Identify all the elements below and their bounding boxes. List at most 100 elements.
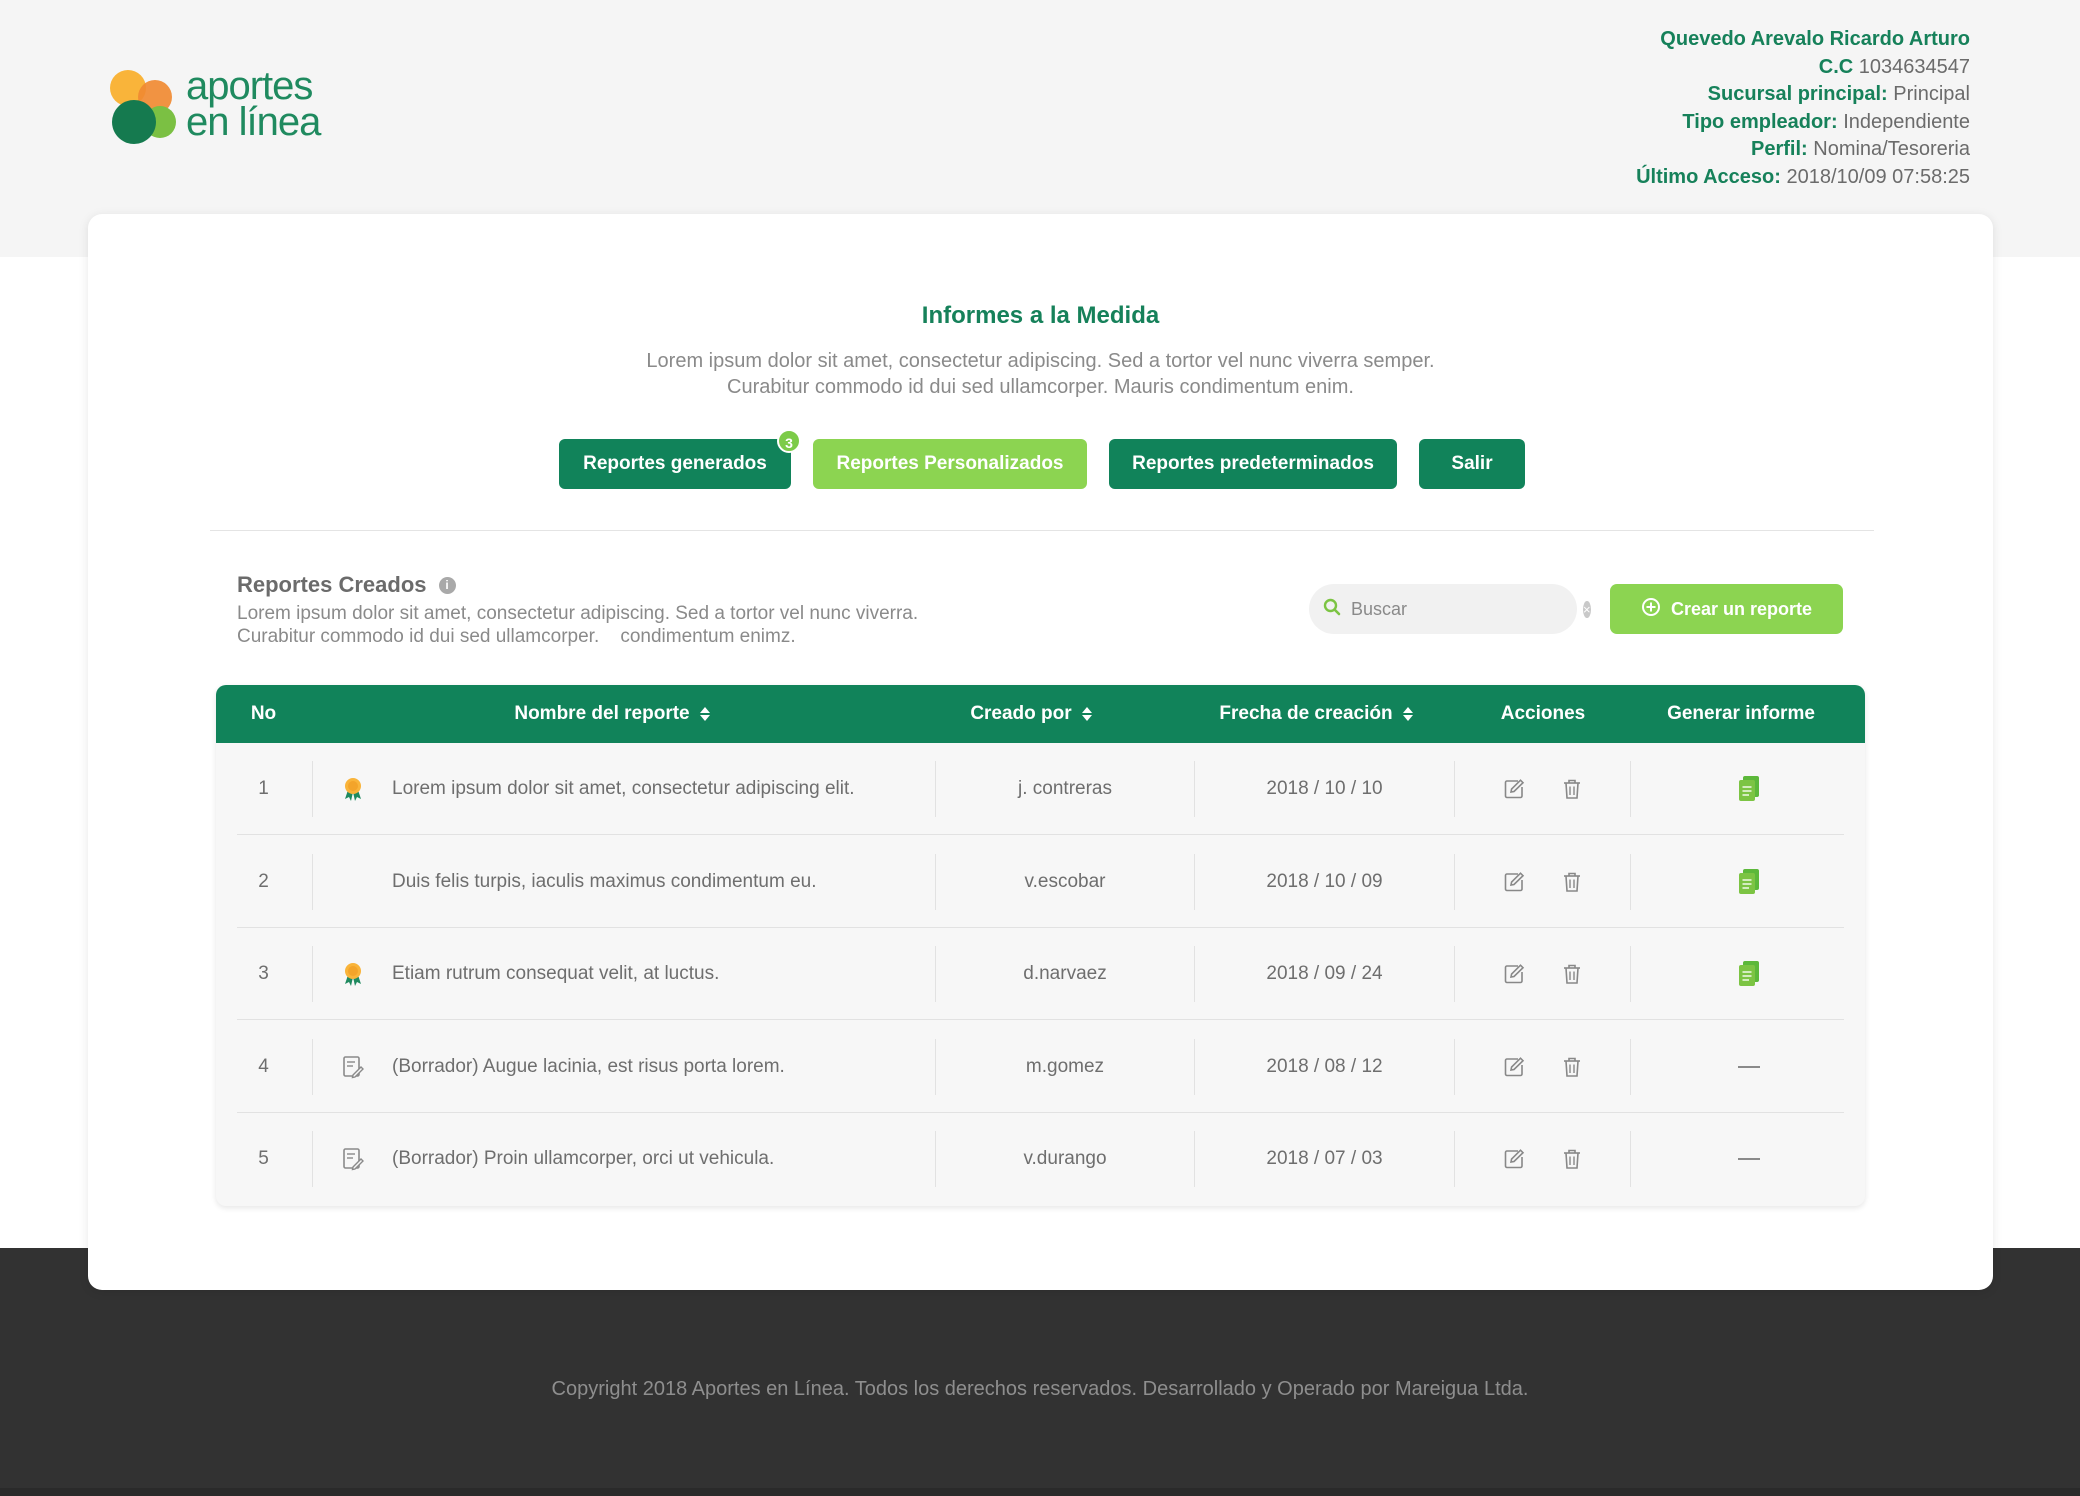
plus-circle-icon — [1641, 597, 1661, 622]
row-status-icon — [338, 1113, 368, 1205]
clear-search-icon[interactable]: × — [1583, 600, 1591, 618]
user-name: Quevedo Arevalo Ricardo Arturo — [1660, 28, 1970, 50]
row-created-by: d.narvaez — [1023, 963, 1107, 985]
row-created-by: v.escobar — [1024, 870, 1106, 892]
section-description: Lorem ipsum dolor sit amet, consectetur … — [237, 603, 919, 647]
row-report-name[interactable]: Duis felis turpis, iaculis maximus condi… — [392, 836, 912, 928]
draft-icon — [342, 1147, 364, 1171]
search-input[interactable] — [1351, 598, 1583, 620]
main-card: Informes a la Medida Lorem ipsum dolor s… — [88, 214, 1993, 1290]
row-report-name[interactable]: (Borrador) Augue lacinia, est risus port… — [392, 1021, 912, 1113]
page-description: Lorem ipsum dolor sit amet, consectetur … — [646, 350, 1435, 398]
header-date[interactable]: Frecha de creación — [1166, 685, 1466, 743]
row-date: 2018 / 08 / 12 — [1266, 1055, 1383, 1077]
row-created-by: j. contreras — [1018, 778, 1112, 799]
header-actions: Acciones — [1500, 703, 1586, 724]
award-icon — [341, 776, 365, 802]
default-reports-button[interactable]: Reportes predeterminados — [1109, 439, 1397, 489]
footer-bottom-bar — [0, 1488, 2080, 1496]
user-cc: 1034634547 — [1858, 55, 1970, 78]
row-date: 2018 / 07 / 03 — [1266, 1148, 1383, 1170]
edit-icon[interactable] — [1501, 961, 1527, 987]
sort-icon[interactable] — [699, 707, 710, 721]
page-title: Informes a la Medida — [921, 302, 1160, 329]
row-date: 2018 / 10 / 10 — [1266, 778, 1383, 799]
row-generate — [1631, 743, 1865, 835]
info-icon[interactable]: i — [438, 576, 456, 594]
row-status-icon — [338, 928, 368, 1020]
sort-icon[interactable] — [1402, 707, 1413, 721]
row-report-name[interactable]: Etiam rutrum consequat velit, at luctus. — [392, 928, 912, 1020]
generate-report-icon[interactable] — [1736, 776, 1762, 802]
trash-icon[interactable] — [1559, 961, 1585, 987]
trash-icon[interactable] — [1559, 776, 1585, 802]
aportes-logo[interactable]: aportes en línea — [108, 66, 338, 156]
row-number: 3 — [258, 963, 269, 985]
user-info: Quevedo Arevalo Ricardo Arturo C.C 10346… — [1636, 28, 1970, 188]
row-actions — [1455, 836, 1630, 928]
report-nav: Reportes generados 3 Reportes Personaliz… — [88, 429, 1993, 489]
reports-table: No Nombre del reporte Creado por Frecha … — [216, 685, 1865, 1206]
row-created-by: v.durango — [1023, 1148, 1107, 1170]
row-report-name[interactable]: (Borrador) Proin ullamcorper, orci ut ve… — [392, 1113, 912, 1205]
row-generate — [1631, 836, 1865, 928]
user-employer-type: Independiente — [1843, 110, 1970, 133]
section-title: Reportes Creados — [237, 572, 427, 597]
row-number: 2 — [258, 870, 269, 892]
logo-circle-darkgreen — [112, 100, 156, 144]
row-actions — [1455, 928, 1630, 1020]
row-number: 5 — [258, 1148, 269, 1170]
header-generate: Generar informe — [1667, 703, 1815, 724]
row-status-icon — [338, 836, 368, 928]
row-generate — [1631, 928, 1865, 1020]
row-number: 4 — [258, 1055, 269, 1077]
row-number: 1 — [258, 778, 269, 799]
table-row: 1 Lorem ipsum dolor sit amet, consectetur… — [216, 743, 1865, 835]
sort-icon[interactable] — [1081, 707, 1092, 721]
edit-icon[interactable] — [1501, 776, 1527, 802]
edit-icon[interactable] — [1501, 869, 1527, 895]
row-actions — [1455, 1113, 1630, 1205]
footer-copyright: Copyright 2018 Aportes en Línea. Todos l… — [551, 1378, 1529, 1400]
dash-icon — [1737, 1158, 1760, 1161]
table-row: 2 Duis felis turpis, iaculis maximus cond… — [216, 836, 1865, 928]
table-row: 4 (Borrador) Augue lacinia, est risus por… — [216, 1021, 1865, 1113]
table-header: No Nombre del reporte Creado por Frecha … — [216, 685, 1865, 743]
user-last-access: 2018/10/09 07:58:25 — [1786, 165, 1970, 188]
user-branch: Principal — [1893, 83, 1970, 105]
row-report-name[interactable]: Lorem ipsum dolor sit amet, consectetur … — [392, 743, 912, 835]
header-no: No — [250, 703, 277, 724]
trash-icon[interactable] — [1559, 1054, 1585, 1080]
row-status-icon — [338, 1021, 368, 1113]
header-name[interactable]: Nombre del reporte — [462, 685, 762, 743]
exit-button[interactable]: Salir — [1419, 439, 1525, 489]
trash-icon[interactable] — [1559, 1146, 1585, 1172]
row-actions — [1455, 743, 1630, 835]
section-header: Reportes Creados i — [237, 572, 456, 598]
header-created-by[interactable]: Creado por — [921, 685, 1141, 743]
row-generate — [1631, 1021, 1865, 1113]
row-date: 2018 / 10 / 09 — [1266, 870, 1383, 892]
row-status-icon — [338, 743, 368, 835]
row-actions — [1455, 1021, 1630, 1113]
generated-reports-button[interactable]: Reportes generados 3 — [559, 429, 801, 489]
dash-icon — [1737, 1065, 1760, 1068]
trash-icon[interactable] — [1559, 869, 1585, 895]
create-report-button[interactable]: Crear un reporte — [1610, 584, 1843, 634]
logo-wordmark: aportes en línea — [186, 64, 321, 144]
row-generate — [1631, 1113, 1865, 1205]
generated-count-badge: 3 — [777, 429, 801, 453]
custom-reports-button[interactable]: Reportes Personalizados — [813, 439, 1087, 489]
award-icon — [341, 961, 365, 987]
generate-report-icon[interactable] — [1736, 868, 1762, 895]
edit-icon[interactable] — [1501, 1146, 1527, 1172]
row-date: 2018 / 09 / 24 — [1266, 963, 1383, 985]
section-divider — [210, 530, 1874, 531]
row-created-by: m.gomez — [1025, 1055, 1105, 1077]
generate-report-icon[interactable] — [1736, 961, 1762, 987]
edit-icon[interactable] — [1501, 1054, 1527, 1080]
search-icon — [1323, 598, 1341, 621]
draft-icon — [342, 1055, 364, 1079]
table-row: 5 (Borrador) Proin ullamcorper, orci ut v… — [216, 1113, 1865, 1205]
search-box: × — [1309, 584, 1591, 634]
